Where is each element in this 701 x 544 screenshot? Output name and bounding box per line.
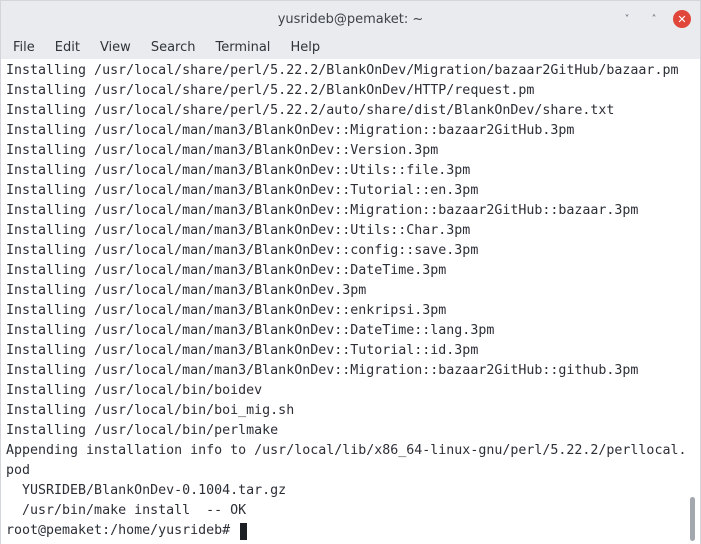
terminal-line: Installing /usr/local/share/perl/5.22.2/… bbox=[6, 83, 535, 98]
terminal-line: Installing /usr/local/share/perl/5.22.2/… bbox=[6, 63, 679, 78]
terminal-line: Installing /usr/local/man/man3/BlankOnDe… bbox=[6, 163, 471, 178]
window-title: yusrideb@pemaket: ~ bbox=[277, 11, 424, 27]
menu-file[interactable]: File bbox=[1, 37, 43, 59]
terminal-line: Installing /usr/local/bin/perlmake bbox=[6, 423, 279, 438]
terminal-line: pod bbox=[6, 463, 31, 478]
maximize-icon[interactable]: ˄ bbox=[646, 11, 662, 27]
terminal-line: Installing /usr/local/man/man3/BlankOnDe… bbox=[6, 363, 639, 378]
menu-terminal[interactable]: Terminal bbox=[203, 37, 278, 59]
terminal-line: Installing /usr/local/man/man3/BlankOnDe… bbox=[6, 143, 439, 158]
terminal-line: Installing /usr/local/man/man3/BlankOnDe… bbox=[6, 223, 471, 238]
minimize-icon[interactable]: ˅ bbox=[619, 11, 635, 27]
title-bar[interactable]: yusrideb@pemaket: ~ ˅ ˄ ✕ bbox=[1, 1, 700, 37]
terminal-line: Installing /usr/local/man/man3/BlankOnDe… bbox=[6, 203, 639, 218]
prompt-line[interactable]: root@pemaket:/home/yusrideb# bbox=[6, 521, 686, 541]
terminal-window: yusrideb@pemaket: ~ ˅ ˄ ✕ File Edit View… bbox=[0, 0, 701, 544]
close-icon[interactable]: ✕ bbox=[673, 10, 691, 28]
terminal-line: Installing /usr/local/man/man3/BlankOnDe… bbox=[6, 323, 495, 338]
menu-edit[interactable]: Edit bbox=[43, 37, 88, 59]
menu-help[interactable]: Help bbox=[278, 37, 328, 59]
terminal-line: Installing /usr/local/man/man3/BlankOnDe… bbox=[6, 263, 447, 278]
terminal-line: Installing /usr/local/man/man3/BlankOnDe… bbox=[6, 243, 479, 258]
text-cursor bbox=[240, 522, 248, 540]
terminal-line: Installing /usr/local/man/man3/BlankOnDe… bbox=[6, 123, 575, 138]
terminal-line: /usr/bin/make install -- OK bbox=[6, 503, 247, 518]
terminal-output-area[interactable]: Installing /usr/local/share/perl/5.22.2/… bbox=[1, 59, 700, 544]
terminal-line: Appending installation info to /usr/loca… bbox=[6, 443, 687, 458]
terminal-line: Installing /usr/local/man/man3/BlankOnDe… bbox=[6, 303, 447, 318]
terminal-line: Installing /usr/local/bin/boidev bbox=[6, 383, 263, 398]
terminal-line: YUSRIDEB/BlankOnDev-0.1004.tar.gz bbox=[6, 483, 287, 498]
menu-view[interactable]: View bbox=[88, 37, 139, 59]
scrollbar-thumb[interactable] bbox=[690, 497, 695, 541]
terminal-line: Installing /usr/local/man/man3/BlankOnDe… bbox=[6, 343, 479, 358]
terminal-line: Installing /usr/local/share/perl/5.22.2/… bbox=[6, 103, 615, 118]
menu-search[interactable]: Search bbox=[139, 37, 204, 59]
terminal-line: Installing /usr/local/man/man3/BlankOnDe… bbox=[6, 283, 367, 298]
terminal-lines: Installing /usr/local/share/perl/5.22.2/… bbox=[6, 61, 686, 541]
shell-prompt: root@pemaket:/home/yusrideb# bbox=[6, 523, 239, 538]
menu-bar: File Edit View Search Terminal Help bbox=[1, 37, 700, 59]
terminal-line: Installing /usr/local/man/man3/BlankOnDe… bbox=[6, 183, 479, 198]
terminal-line: Installing /usr/local/bin/boi_mig.sh bbox=[6, 403, 295, 418]
